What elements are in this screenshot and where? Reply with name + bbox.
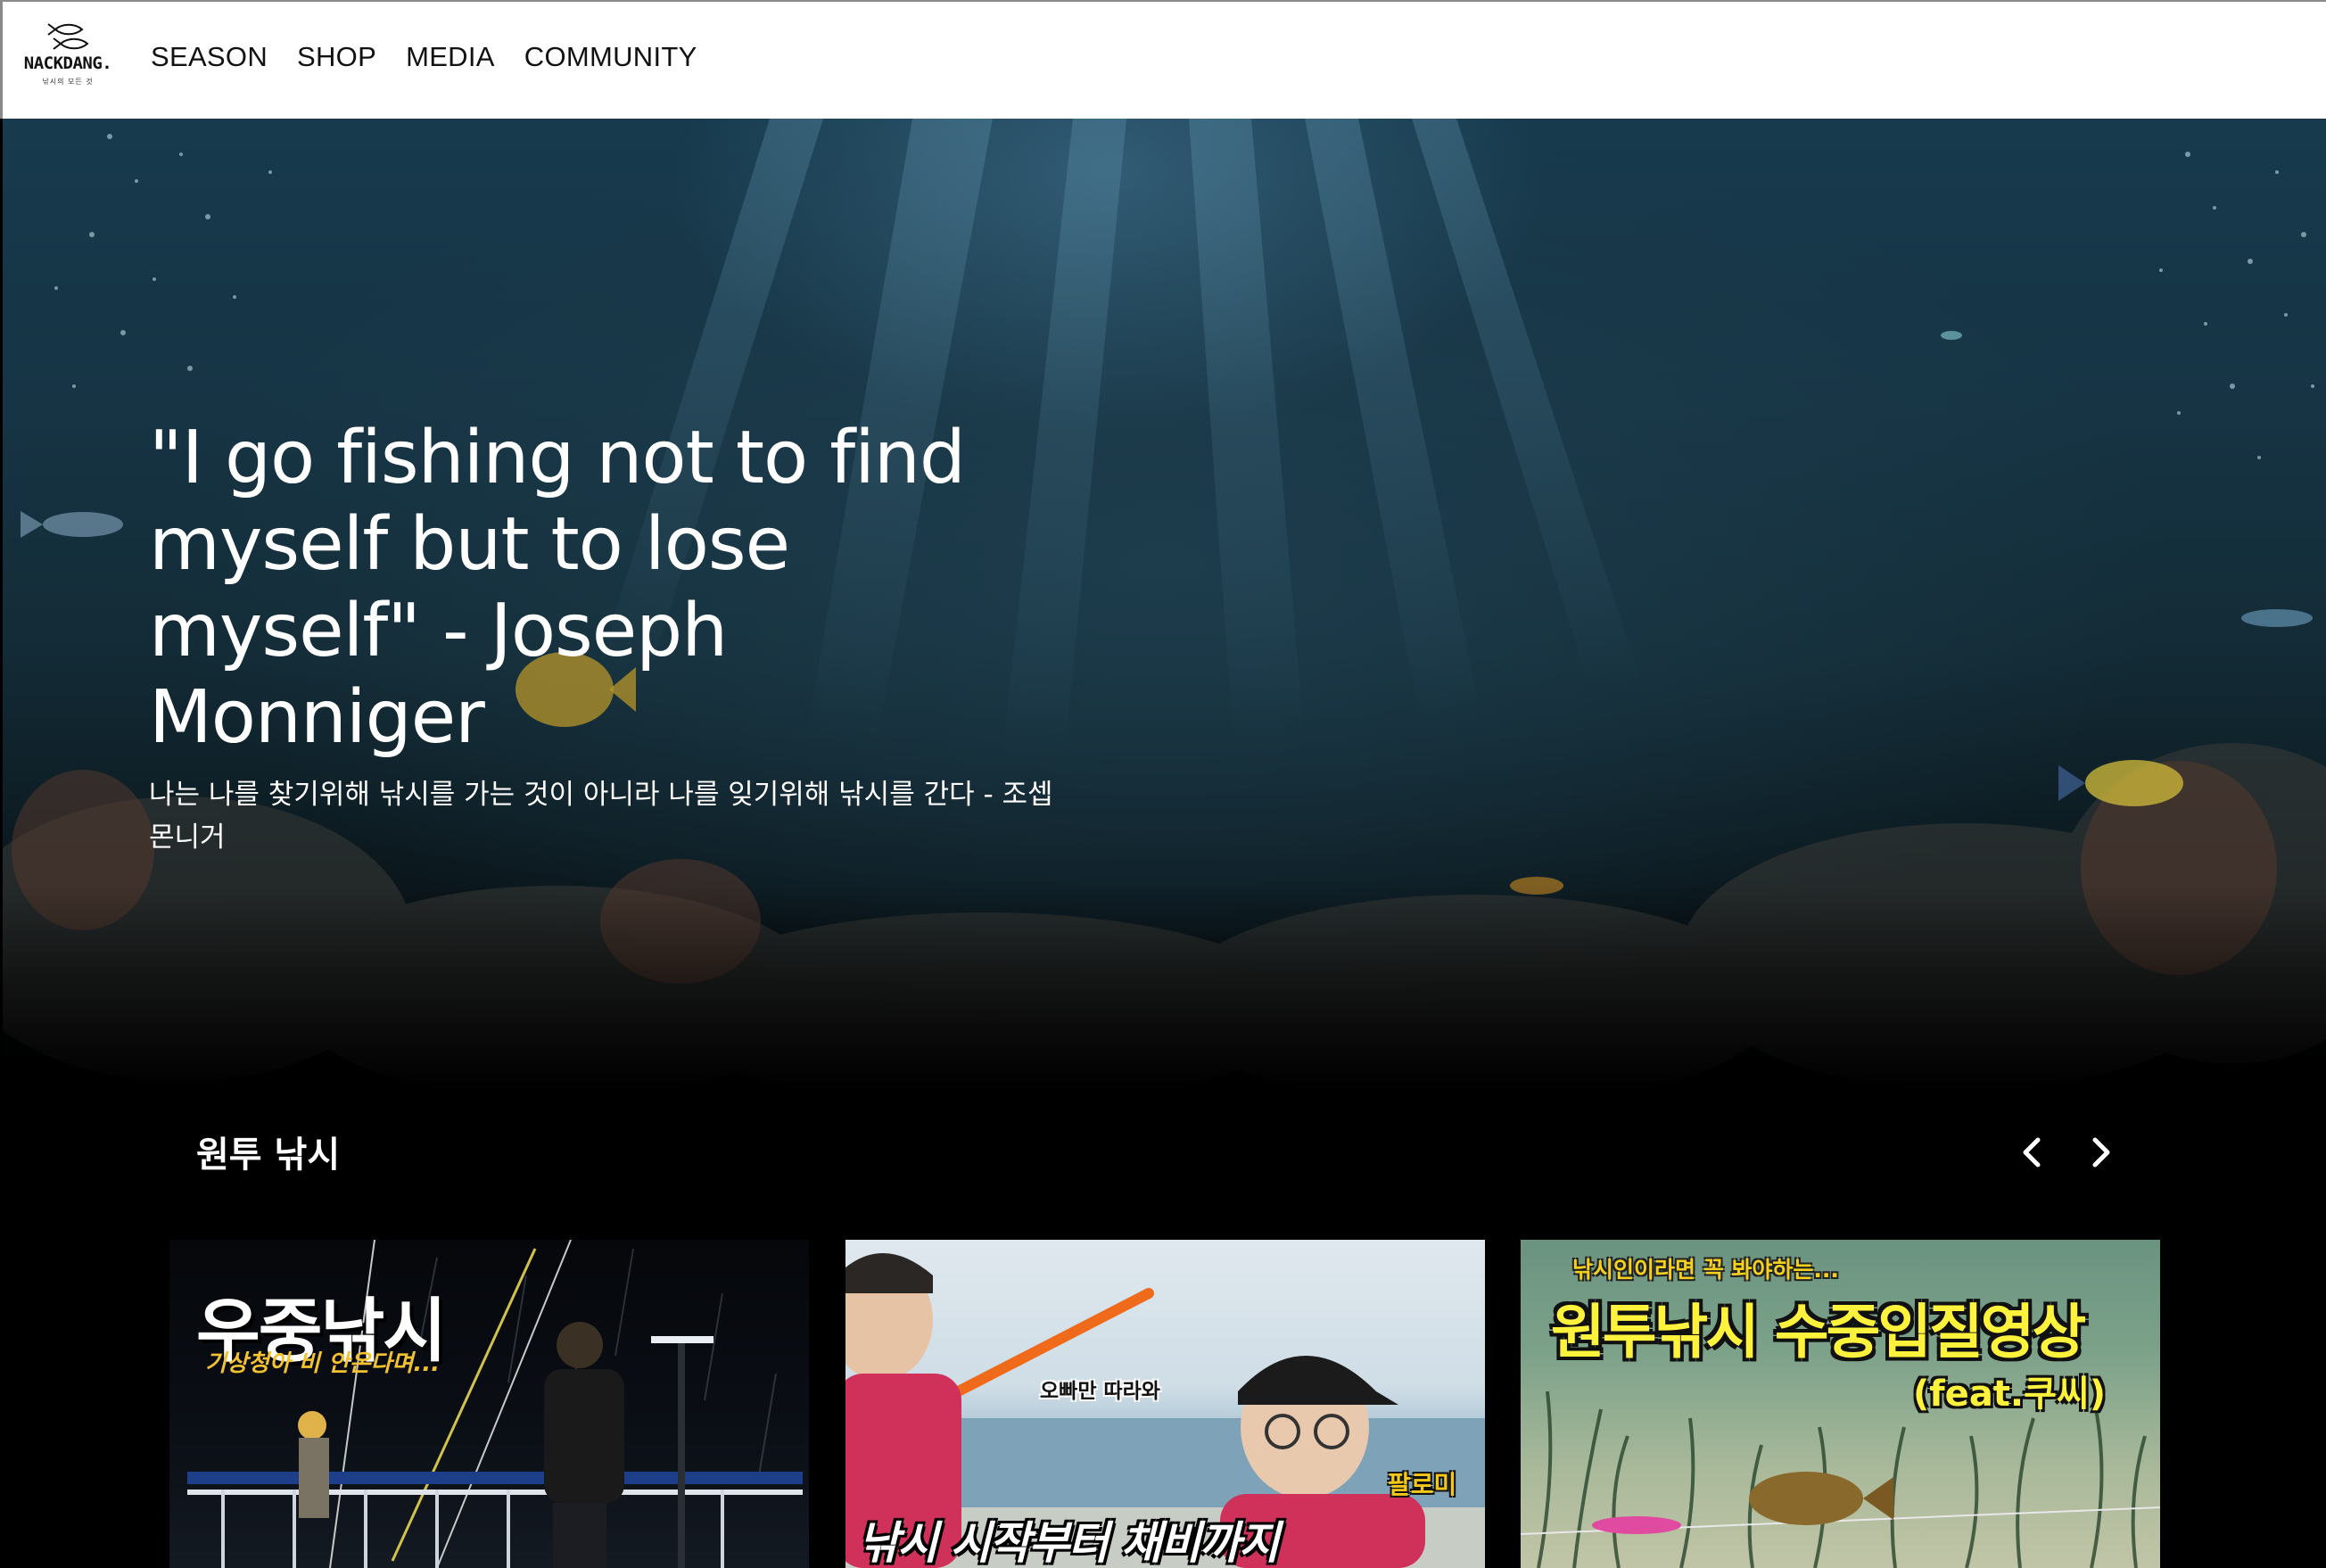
blue-fish-icon: [21, 511, 123, 538]
video-card-underwater-bite[interactable]: 낚시인이라면 꼭 봐야하는... 원투낚시 수중입질영상 (feat.쿠씨): [1521, 1240, 2160, 1568]
hero-banner: "I go fishing not to find myself but to …: [3, 119, 2326, 1091]
carousel-next-button[interactable]: [2074, 1126, 2128, 1179]
nav-season[interactable]: SEASON: [151, 41, 268, 73]
chevron-right-icon: [2092, 1137, 2110, 1168]
nav-community[interactable]: COMMUNITY: [524, 41, 697, 73]
card-1-subtitle: 기상청아 비 안온다며...: [205, 1350, 441, 1377]
video-card-rain-fishing[interactable]: 우중낚시 기상청아 비 안온다며...: [169, 1240, 809, 1568]
hero-quote-korean: 나는 나를 찾기위해 낚시를 가는 것이 아니라 나를 잊기위해 낚시를 간다 …: [149, 779, 1053, 854]
raincoat-figure-icon: [298, 1411, 329, 1518]
brand-logo[interactable]: NACKDANG. 낚시의 모든 것: [23, 21, 112, 103]
section-title: 원투 낚시: [196, 1135, 341, 1176]
chevron-left-icon: [2023, 1137, 2041, 1168]
card-2-tag-right: 팔로미: [1388, 1470, 1457, 1499]
nav-media[interactable]: MEDIA: [406, 41, 495, 73]
brand-tagline: 낚시의 모든 것: [42, 78, 94, 86]
fish-logo-icon: [47, 23, 89, 50]
angelfish-icon: [2058, 760, 2183, 806]
brand-name: NACKDANG.: [23, 54, 112, 73]
card-2-tag-left: 오빠만 따라와: [1040, 1380, 1160, 1403]
card-3-feat: (feat.쿠씨): [1913, 1374, 2107, 1415]
main-nav: SEASON SHOP MEDIA COMMUNITY: [151, 41, 727, 73]
hero-fade: [3, 886, 2326, 1091]
carousel-prev-button[interactable]: [2005, 1126, 2058, 1179]
angler-figure-icon: [544, 1322, 624, 1568]
card-3-top-caption: 낚시인이라면 꼭 봐야하는...: [1572, 1257, 1839, 1283]
card-2-title: 낚시 시작부터 채비까지: [858, 1517, 1280, 1568]
top-navigation-bar: NACKDANG. 낚시의 모든 것 SEASON SHOP MEDIA COM…: [0, 0, 2326, 119]
card-3-title: 원투낚시 수중입질영상: [1551, 1298, 2086, 1366]
hero-quote: "I go fishing not to find myself but to …: [149, 416, 966, 760]
nav-shop[interactable]: SHOP: [297, 41, 376, 73]
bass-fish-icon: [1749, 1472, 1893, 1525]
video-card-fishing-basics[interactable]: 오빠만 따라와 팔로미 낚시 시작부터 채비까지: [845, 1240, 1485, 1568]
